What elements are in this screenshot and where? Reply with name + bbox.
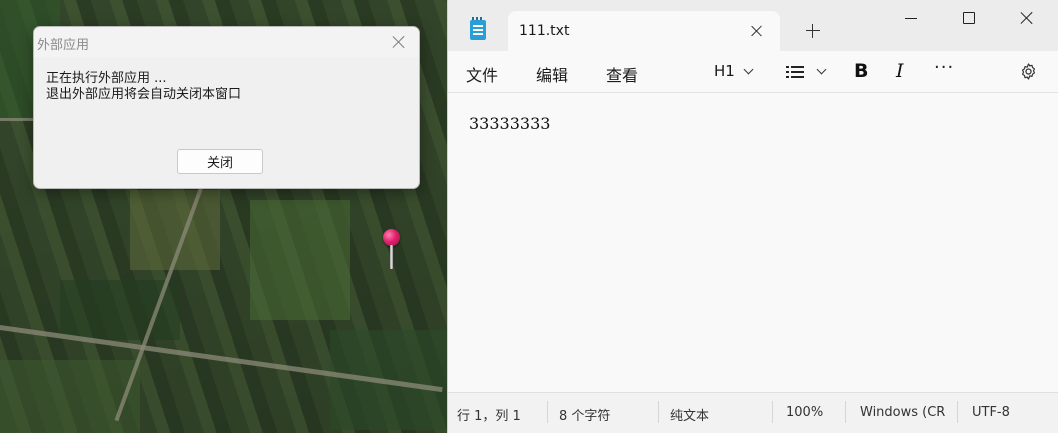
dialog-message: 正在执行外部应用 ... 退出外部应用将会自动关闭本窗口 bbox=[46, 71, 241, 103]
status-encoding[interactable]: UTF-8 bbox=[972, 405, 1010, 420]
external-app-dialog: 外部应用 正在执行外部应用 ... 退出外部应用将会自动关闭本窗口 关闭 bbox=[33, 26, 420, 189]
menu-edit[interactable]: 编辑 bbox=[536, 62, 568, 86]
status-divider bbox=[658, 401, 659, 423]
window-close-icon[interactable] bbox=[1020, 11, 1034, 25]
dialog-message-line1: 正在执行外部应用 ... bbox=[46, 71, 167, 86]
bold-icon[interactable]: B bbox=[854, 60, 868, 82]
menu-bar: 文件 编辑 查看 H1 B I ··· bbox=[448, 51, 1058, 93]
status-divider bbox=[957, 401, 958, 423]
editor-content[interactable]: 33333333 bbox=[469, 114, 550, 133]
status-format: 纯文本 bbox=[670, 409, 710, 424]
tab-close-icon[interactable] bbox=[750, 24, 764, 38]
tab-bar: 111.txt bbox=[448, 0, 1058, 51]
status-divider bbox=[772, 401, 773, 423]
italic-icon[interactable]: I bbox=[896, 60, 904, 82]
minimize-icon[interactable] bbox=[905, 18, 917, 20]
dialog-close-icon[interactable] bbox=[391, 34, 407, 50]
chevron-down-icon[interactable] bbox=[816, 64, 827, 75]
status-divider bbox=[547, 401, 548, 423]
dialog-title: 外部应用 bbox=[37, 38, 90, 53]
dialog-titlebar: 外部应用 bbox=[34, 27, 419, 57]
list-icon[interactable] bbox=[786, 66, 804, 78]
maximize-icon[interactable] bbox=[963, 12, 975, 24]
tab-111-txt[interactable]: 111.txt bbox=[508, 11, 780, 51]
map-pin-needle bbox=[390, 245, 393, 269]
more-options-icon[interactable]: ··· bbox=[934, 57, 954, 78]
dialog-close-button[interactable]: 关闭 bbox=[177, 149, 263, 174]
status-divider bbox=[845, 401, 846, 423]
text-editor[interactable]: 33333333 bbox=[448, 94, 1058, 392]
map-pin-head bbox=[383, 229, 400, 246]
gear-icon[interactable] bbox=[1019, 62, 1038, 81]
map-field bbox=[0, 360, 140, 433]
new-tab-plus-icon[interactable] bbox=[806, 24, 820, 38]
status-line-ending[interactable]: Windows (CR bbox=[860, 405, 948, 420]
status-bar: 行 1，列 1 8 个字符 纯文本 100% Windows (CR UTF-8 bbox=[448, 392, 1058, 433]
status-position: 行 1，列 1 bbox=[457, 409, 521, 424]
map-field bbox=[250, 200, 350, 320]
menu-view[interactable]: 查看 bbox=[606, 62, 638, 86]
status-char-count: 8 个字符 bbox=[559, 409, 611, 424]
heading-dropdown[interactable]: H1 bbox=[714, 62, 735, 80]
menu-file[interactable]: 文件 bbox=[466, 62, 498, 86]
notepad-window: 111.txt 文件 编辑 查看 H1 B I ··· 33333333 行 1… bbox=[447, 0, 1058, 433]
notepad-icon bbox=[470, 17, 486, 40]
dialog-message-line2: 退出外部应用将会自动关闭本窗口 bbox=[46, 87, 242, 102]
map-pin-icon[interactable] bbox=[382, 229, 402, 271]
chevron-down-icon[interactable] bbox=[743, 64, 754, 75]
tab-label: 111.txt bbox=[519, 23, 570, 39]
status-zoom[interactable]: 100% bbox=[786, 405, 823, 420]
